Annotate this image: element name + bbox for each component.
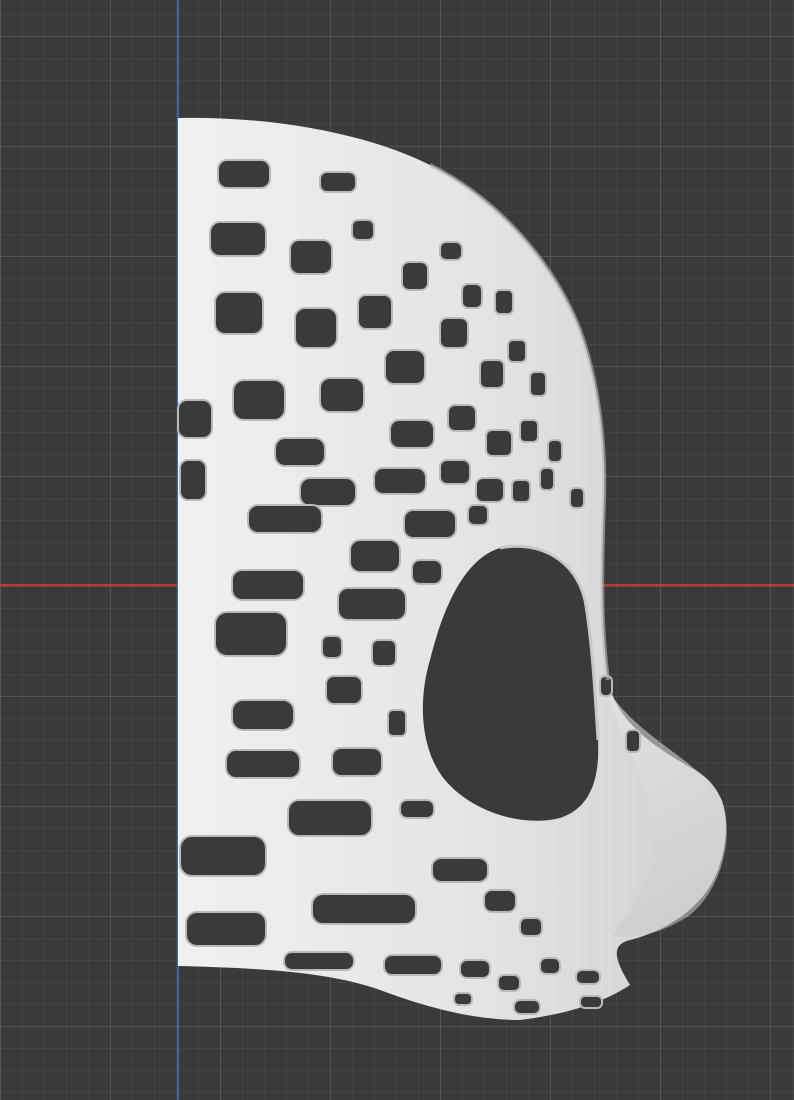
3d-viewport[interactable] [0,0,794,1100]
mask-model[interactable] [0,0,794,1100]
